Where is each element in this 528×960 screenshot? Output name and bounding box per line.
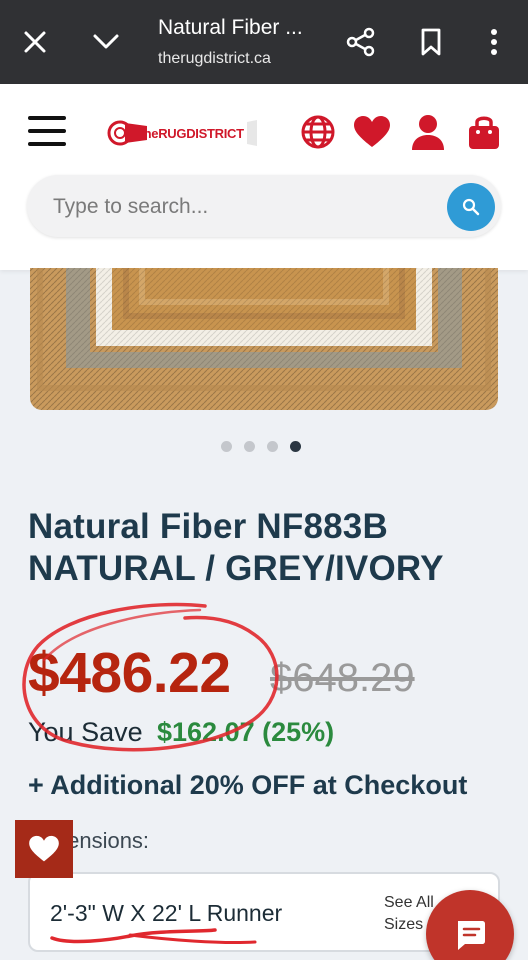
heart-icon <box>29 835 59 862</box>
selected-size: 2'-3" W X 22' L Runner <box>50 900 283 926</box>
browser-toolbar: Natural Fiber ... therugdistrict.ca <box>0 0 528 84</box>
product-image[interactable] <box>30 268 498 410</box>
sale-price: $486.22 <box>28 641 231 705</box>
bag-icon[interactable] <box>464 112 504 152</box>
carousel-dot[interactable] <box>244 441 255 452</box>
search-button[interactable] <box>447 183 495 231</box>
page-url: therugdistrict.ca <box>158 50 271 67</box>
carousel-dots <box>221 441 301 452</box>
search-input[interactable]: Type to search... <box>53 195 208 219</box>
carousel-dot[interactable] <box>267 441 278 452</box>
close-icon[interactable] <box>15 22 55 62</box>
user-icon[interactable] <box>408 112 448 152</box>
search-icon <box>462 198 480 216</box>
share-icon[interactable] <box>341 22 381 62</box>
you-save-amount: $162.07 (25%) <box>157 717 335 747</box>
page-title: Natural Fiber ... <box>158 16 303 39</box>
promo-text: + Additional 20% OFF at Checkout <box>28 770 468 800</box>
original-price: $648.29 <box>270 656 415 700</box>
menu-icon[interactable] <box>28 116 66 148</box>
search-bar[interactable]: Type to search... <box>27 175 501 237</box>
product-title: Natural Fiber NF883B NATURAL / GREY/IVOR… <box>28 507 444 588</box>
carousel-dot[interactable] <box>221 441 232 452</box>
you-save-label: You Save <box>28 717 143 747</box>
carousel-dot-active[interactable] <box>290 441 301 452</box>
bookmark-icon[interactable] <box>411 22 451 62</box>
wishlist-button[interactable] <box>15 820 73 878</box>
chat-icon <box>458 921 485 950</box>
chevron-down-icon[interactable] <box>86 22 126 62</box>
globe-icon[interactable] <box>298 112 338 152</box>
heart-icon[interactable] <box>352 112 392 152</box>
logo-text: TheRUGDISTRICT <box>136 126 244 141</box>
more-vert-icon[interactable] <box>474 22 514 62</box>
